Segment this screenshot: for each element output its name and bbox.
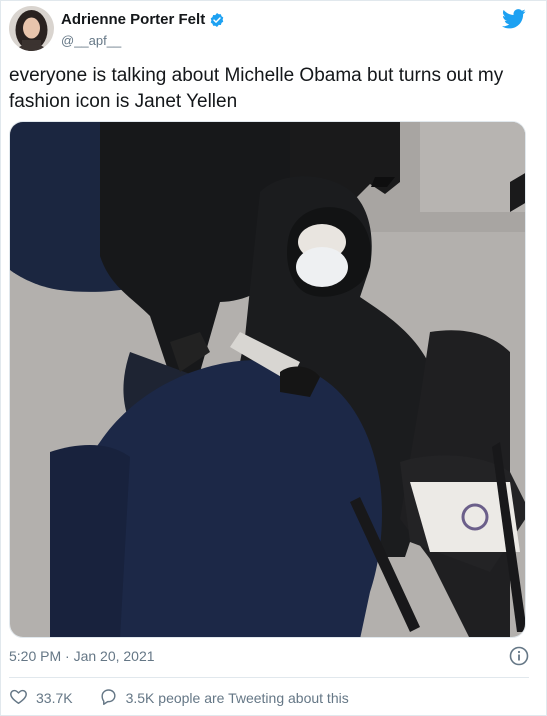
author-handle[interactable]: @__apf__ [61, 33, 121, 48]
speech-bubble-icon [99, 687, 118, 709]
avatar-image [9, 6, 54, 51]
author-display-name[interactable]: Adrienne Porter Felt [61, 11, 205, 28]
twitter-bird-icon[interactable] [502, 9, 526, 29]
tweet-timestamp[interactable]: 5:20 PM · Jan 20, 2021 [9, 648, 155, 664]
tweet-meta-row: 5:20 PM · Jan 20, 2021 [9, 646, 529, 668]
tweet-actions: 33.7K 3.5K people are Tweeting about thi… [9, 687, 349, 709]
tweet-card: Adrienne Porter Felt @__apf__ everyone i… [0, 0, 547, 716]
like-button[interactable]: 33.7K [9, 687, 73, 709]
heart-icon [9, 687, 28, 709]
conversation-link[interactable]: 3.5K people are Tweeting about this [99, 687, 349, 709]
divider [9, 677, 529, 678]
photo-seated-person-under-blanket [10, 122, 525, 637]
conversation-label: 3.5K people are Tweeting about this [125, 690, 349, 706]
author-name-row[interactable]: Adrienne Porter Felt [61, 11, 225, 28]
verified-badge-icon [209, 12, 225, 28]
info-icon[interactable] [509, 646, 529, 666]
tweet-photo[interactable] [9, 121, 526, 638]
avatar[interactable] [9, 6, 54, 51]
tweet-text: everyone is talking about Michelle Obama… [9, 65, 504, 112]
like-count: 33.7K [36, 690, 73, 706]
